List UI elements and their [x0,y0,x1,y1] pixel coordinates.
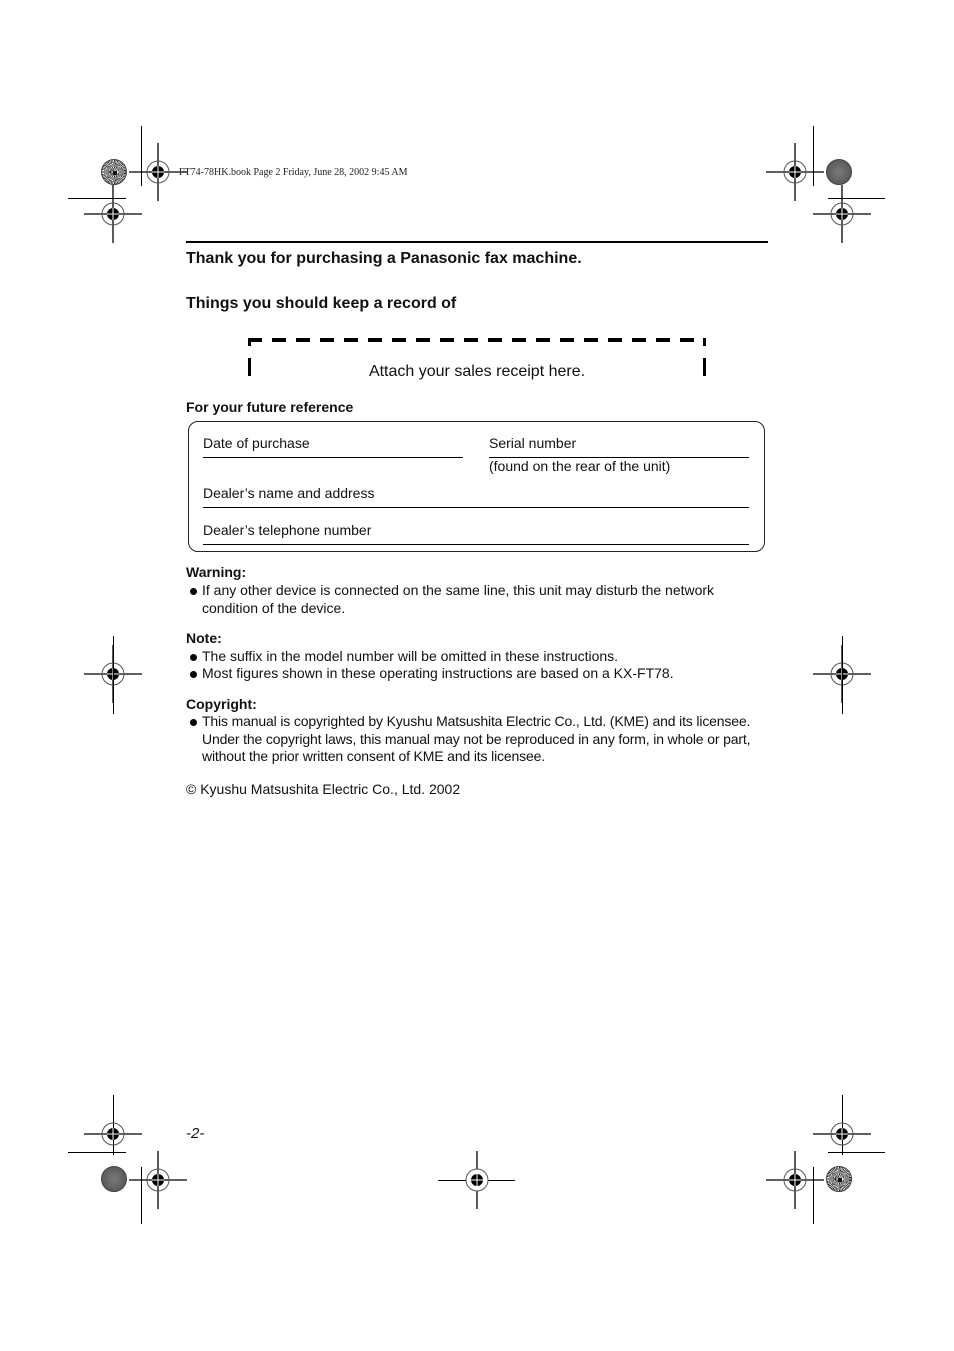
registration-mark-icon [129,1151,187,1209]
date-of-purchase-field[interactable] [203,457,463,458]
bullet-icon [190,654,197,661]
color-calibration-disc-icon [101,159,127,185]
copyright-title: Copyright: [186,696,257,712]
note-item: The suffix in the model number will be o… [190,648,770,666]
registration-mark-icon [448,1151,506,1209]
dealer-phone-label: Dealer’s telephone number [203,522,372,538]
crop-mark [828,1152,885,1153]
crop-mark [68,1152,126,1153]
keep-record-heading: Things you should keep a record of [186,295,457,312]
color-calibration-disc-icon [101,1166,127,1192]
top-rule [186,241,768,243]
dealer-name-address-field[interactable] [203,507,749,508]
copyright-item: This manual is copyrighted by Kyushu Mat… [190,713,770,766]
receipt-attach-area: Attach your sales receipt here. [248,338,706,380]
warning-item: If any other device is connected on the … [190,582,770,617]
bullet-icon [190,719,197,726]
registration-mark-icon [766,1151,824,1209]
registration-mark-icon [84,185,142,243]
border-corner [248,338,251,346]
note-text: Most figures shown in these operating in… [202,665,674,681]
date-of-purchase-label: Date of purchase [203,435,310,451]
color-calibration-disc-icon [826,1166,852,1192]
receipt-instruction: Attach your sales receipt here. [368,363,586,380]
serial-number-note: (found on the rear of the unit) [489,458,671,474]
dealer-name-address-label: Dealer’s name and address [203,485,375,501]
color-calibration-disc-icon [826,159,852,185]
note-title: Note: [186,630,222,646]
warning-title: Warning: [186,564,247,580]
copyright-notice: © Kyushu Matsushita Electric Co., Ltd. 2… [186,781,461,797]
page-number: -2- [186,1125,205,1142]
future-reference-title: For your future reference [186,399,354,415]
note-item: Most figures shown in these operating in… [190,665,770,683]
thank-you-heading: Thank you for purchasing a Panasonic fax… [186,250,582,267]
print-book-info: FT74-78HK.book Page 2 Friday, June 28, 2… [179,167,408,178]
crop-mark [842,636,843,714]
bullet-icon [190,588,197,595]
warning-text: If any other device is connected on the … [202,582,715,616]
copyright-text: This manual is copyrighted by Kyushu Mat… [202,713,751,764]
dashed-border [248,338,706,342]
border-corner [703,338,706,346]
bullet-icon [190,671,197,678]
serial-number-label: Serial number [489,435,577,451]
registration-mark-icon [813,185,871,243]
note-text: The suffix in the model number will be o… [202,648,619,664]
dealer-phone-field[interactable] [203,544,749,545]
crop-mark [113,636,114,714]
